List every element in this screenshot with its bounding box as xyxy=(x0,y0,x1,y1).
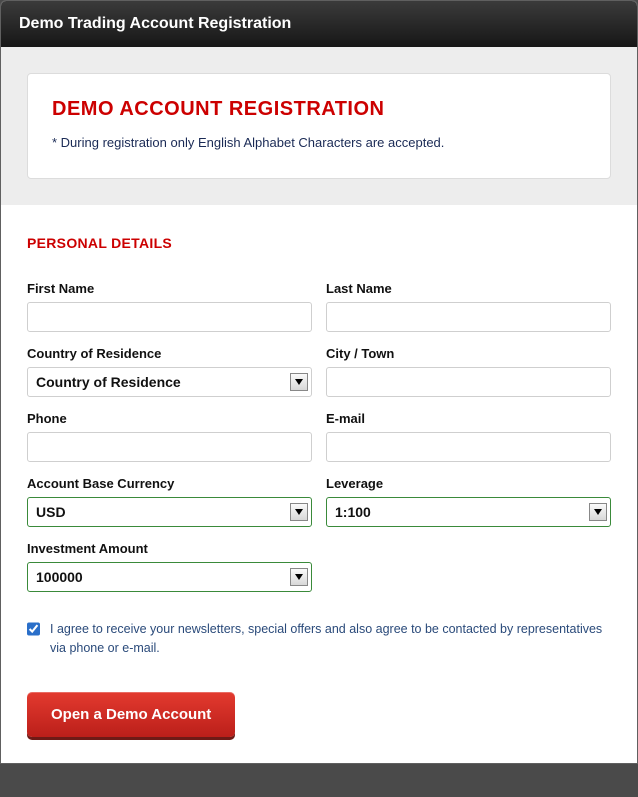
submit-label: Open a Demo Account xyxy=(51,706,211,723)
registration-window: Demo Trading Account Registration DEMO A… xyxy=(0,0,638,764)
leverage-select-value[interactable] xyxy=(326,497,611,527)
first-name-label: First Name xyxy=(27,281,312,296)
leverage-label: Leverage xyxy=(326,476,611,491)
header-note: * During registration only English Alpha… xyxy=(52,135,586,150)
country-select-value[interactable] xyxy=(27,367,312,397)
consent-row: I agree to receive your newsletters, spe… xyxy=(27,620,611,658)
investment-select-value[interactable] xyxy=(27,562,312,592)
leverage-select[interactable] xyxy=(326,497,611,527)
consent-checkbox[interactable] xyxy=(27,622,40,636)
phone-label: Phone xyxy=(27,411,312,426)
header-card: DEMO ACCOUNT REGISTRATION * During regis… xyxy=(27,73,611,179)
currency-select[interactable] xyxy=(27,497,312,527)
open-demo-account-button[interactable]: Open a Demo Account xyxy=(27,692,235,737)
country-label: Country of Residence xyxy=(27,346,312,361)
last-name-input[interactable] xyxy=(326,302,611,332)
first-name-input[interactable] xyxy=(27,302,312,332)
header-title: DEMO ACCOUNT REGISTRATION xyxy=(52,98,586,121)
section-title: PERSONAL DETAILS xyxy=(27,235,611,251)
currency-label: Account Base Currency xyxy=(27,476,312,491)
phone-input[interactable] xyxy=(27,432,312,462)
header-area: DEMO ACCOUNT REGISTRATION * During regis… xyxy=(1,47,637,205)
investment-label: Investment Amount xyxy=(27,541,312,556)
form-area: PERSONAL DETAILS First Name Last Name Co… xyxy=(1,205,637,763)
window-titlebar: Demo Trading Account Registration xyxy=(1,1,637,47)
last-name-label: Last Name xyxy=(326,281,611,296)
city-input[interactable] xyxy=(326,367,611,397)
email-input[interactable] xyxy=(326,432,611,462)
country-select[interactable] xyxy=(27,367,312,397)
consent-text: I agree to receive your newsletters, spe… xyxy=(50,620,611,658)
window-title: Demo Trading Account Registration xyxy=(19,15,291,32)
investment-select[interactable] xyxy=(27,562,312,592)
email-label: E-mail xyxy=(326,411,611,426)
city-label: City / Town xyxy=(326,346,611,361)
currency-select-value[interactable] xyxy=(27,497,312,527)
